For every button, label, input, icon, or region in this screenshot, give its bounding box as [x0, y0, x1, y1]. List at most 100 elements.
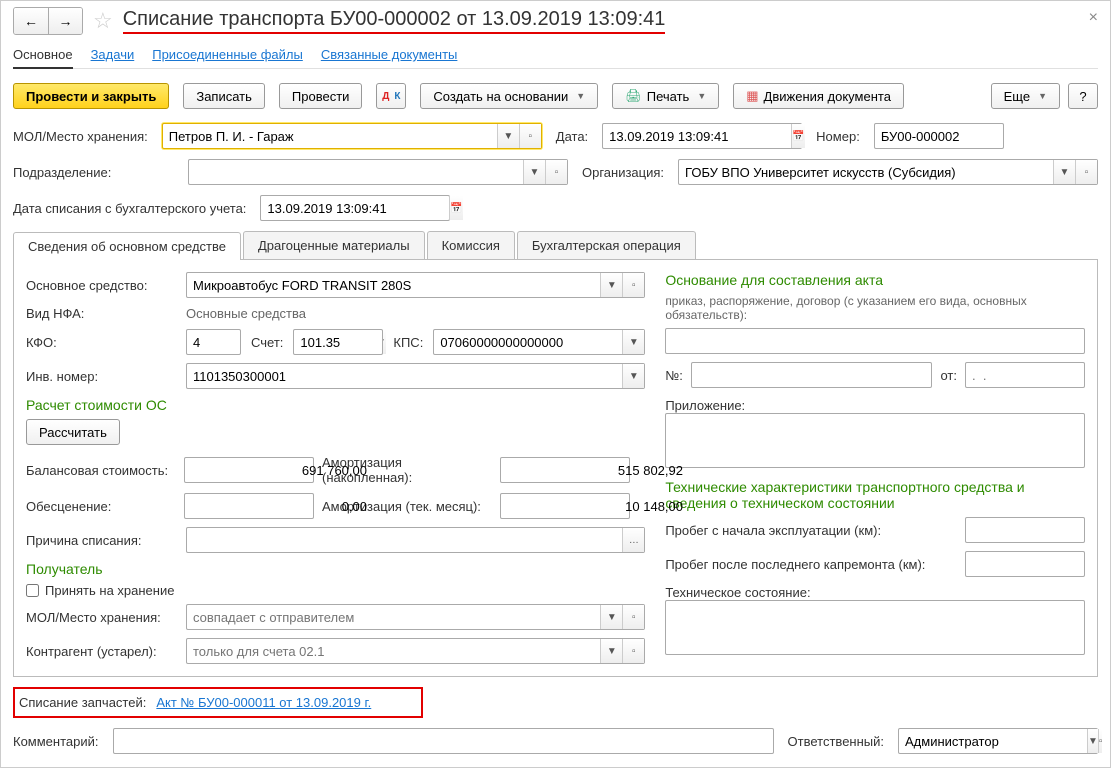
parts-act-link[interactable]: Акт № БУ00-000011 от 13.09.2019 г. — [156, 695, 371, 710]
table-icon: ▦ — [746, 88, 758, 104]
printer-icon: 🖨 — [625, 88, 642, 104]
open-icon[interactable]: ▫ — [622, 273, 644, 297]
tech-state-textarea[interactable] — [665, 600, 1085, 655]
movements-button[interactable]: ▦Движения документа — [733, 83, 904, 109]
number-label: Номер: — [816, 129, 860, 144]
comment-label: Комментарий: — [13, 734, 99, 749]
tech-section-title: Технические характеристики транспортного… — [665, 479, 1085, 511]
ellipsis-icon[interactable]: … — [622, 528, 644, 552]
close-icon[interactable]: × — [1089, 9, 1098, 27]
from-label: от: — [940, 368, 957, 383]
post-and-close-button[interactable]: Провести и закрыть — [13, 83, 169, 109]
favorite-star-icon[interactable]: ☆ — [93, 8, 113, 34]
open-icon[interactable]: ▫ — [622, 639, 644, 663]
num-label: №: — [665, 368, 683, 383]
debit-credit-button[interactable]: ДК — [376, 83, 406, 109]
keep-label: Принять на хранение — [45, 583, 174, 598]
chevron-down-icon: ▼ — [576, 91, 585, 101]
mileage-start-label: Пробег с начала эксплуатации (км): — [665, 523, 955, 538]
tech-state-label: Техническое состояние: — [665, 585, 1085, 600]
post-button[interactable]: Провести — [279, 83, 363, 109]
subtab-commission[interactable]: Комиссия — [427, 231, 515, 259]
reason-input[interactable] — [187, 528, 622, 552]
dropdown-icon[interactable]: ▼ — [1087, 729, 1098, 753]
keep-checkbox[interactable] — [26, 584, 39, 597]
open-icon[interactable]: ▫ — [1075, 160, 1097, 184]
responsible-input[interactable] — [899, 729, 1087, 753]
counterparty-input[interactable] — [187, 639, 600, 663]
inv-input[interactable] — [187, 364, 622, 388]
org-input[interactable] — [679, 160, 1053, 184]
impair-label: Обесценение: — [26, 499, 176, 514]
chevron-down-icon: ▼ — [1038, 91, 1047, 101]
responsible-label: Ответственный: — [788, 734, 884, 749]
basis-section-title: Основание для составления акта — [665, 272, 1085, 288]
writeoff-date-input[interactable] — [261, 196, 449, 220]
fixed-asset-input[interactable] — [187, 273, 600, 297]
tab-related[interactable]: Связанные документы — [321, 43, 458, 66]
basis-number-input[interactable] — [692, 363, 932, 387]
nav-forward-button[interactable]: → — [48, 8, 82, 34]
tab-files[interactable]: Присоединенные файлы — [152, 43, 303, 66]
basis-input[interactable] — [666, 329, 1084, 353]
dropdown-icon[interactable]: ▼ — [600, 273, 622, 297]
dropdown-icon[interactable]: ▼ — [497, 124, 519, 148]
create-based-button[interactable]: Создать на основании▼ — [420, 83, 598, 109]
subtab-asset[interactable]: Сведения об основном средстве — [13, 232, 241, 260]
print-button[interactable]: 🖨Печать▼ — [612, 83, 719, 109]
nfa-type-value: Основные средства — [186, 306, 645, 321]
mol-storage-input[interactable] — [187, 605, 600, 629]
balance-input[interactable] — [185, 458, 373, 482]
calendar-icon[interactable]: 📅 — [449, 196, 462, 220]
depr-accum-input[interactable] — [501, 458, 689, 482]
parts-label: Списание запчастей: — [19, 695, 146, 710]
tab-tasks[interactable]: Задачи — [91, 43, 135, 66]
dropdown-icon[interactable]: ▼ — [622, 330, 644, 354]
mol-storage-label: МОЛ/Место хранения: — [26, 610, 186, 625]
save-button[interactable]: Записать — [183, 83, 265, 109]
kfo-label: КФО: — [26, 335, 186, 350]
date-input[interactable] — [603, 124, 791, 148]
dropdown-icon[interactable]: ▼ — [523, 160, 545, 184]
comment-input[interactable] — [114, 729, 773, 753]
mol-input[interactable] — [163, 124, 497, 148]
dropdown-icon[interactable]: ▼ — [622, 364, 644, 388]
calendar-icon[interactable]: 📅 — [791, 124, 804, 148]
chevron-down-icon: ▼ — [697, 91, 706, 101]
mol-label: МОЛ/Место хранения: — [13, 129, 148, 144]
reason-label: Причина списания: — [26, 533, 186, 548]
open-icon[interactable]: ▫ — [519, 124, 541, 148]
depr-month-input[interactable] — [501, 494, 689, 518]
dropdown-icon[interactable]: ▼ — [1053, 160, 1075, 184]
kps-input[interactable] — [434, 330, 622, 354]
calculate-button[interactable]: Рассчитать — [26, 419, 120, 445]
open-icon[interactable]: ▫ — [1098, 729, 1103, 753]
inv-label: Инв. номер: — [26, 369, 186, 384]
writeoff-date-label: Дата списания с бухгалтерского учета: — [13, 201, 246, 216]
nfa-type-label: Вид НФА: — [26, 306, 186, 321]
org-label: Организация: — [582, 165, 664, 180]
dropdown-icon[interactable]: ▼ — [600, 639, 622, 663]
division-label: Подразделение: — [13, 165, 174, 180]
subtab-precious[interactable]: Драгоценные материалы — [243, 231, 425, 259]
division-input[interactable] — [189, 160, 523, 184]
mileage-repair-label: Пробег после последнего капремонта (км): — [665, 557, 955, 572]
dropdown-icon[interactable]: ▼ — [600, 605, 622, 629]
subtab-accounting[interactable]: Бухгалтерская операция — [517, 231, 696, 259]
help-button[interactable]: ? — [1068, 83, 1098, 109]
more-button[interactable]: Еще▼ — [991, 83, 1060, 109]
balance-label: Балансовая стоимость: — [26, 463, 176, 478]
date-label: Дата: — [556, 129, 588, 144]
number-input[interactable] — [875, 124, 1063, 148]
attach-textarea[interactable] — [665, 413, 1085, 468]
basis-date-input[interactable] — [966, 363, 1111, 387]
window-title: Списание транспорта БУ00-000002 от 13.09… — [123, 8, 666, 34]
open-icon[interactable]: ▫ — [545, 160, 567, 184]
open-icon[interactable]: ▫ — [622, 605, 644, 629]
nav-back-button[interactable]: ← — [14, 8, 48, 34]
mileage-start-input[interactable] — [966, 518, 1111, 542]
mileage-repair-input[interactable] — [966, 552, 1111, 576]
attach-label: Приложение: — [665, 398, 1085, 413]
tab-main[interactable]: Основное — [13, 43, 73, 69]
impair-input[interactable] — [185, 494, 373, 518]
